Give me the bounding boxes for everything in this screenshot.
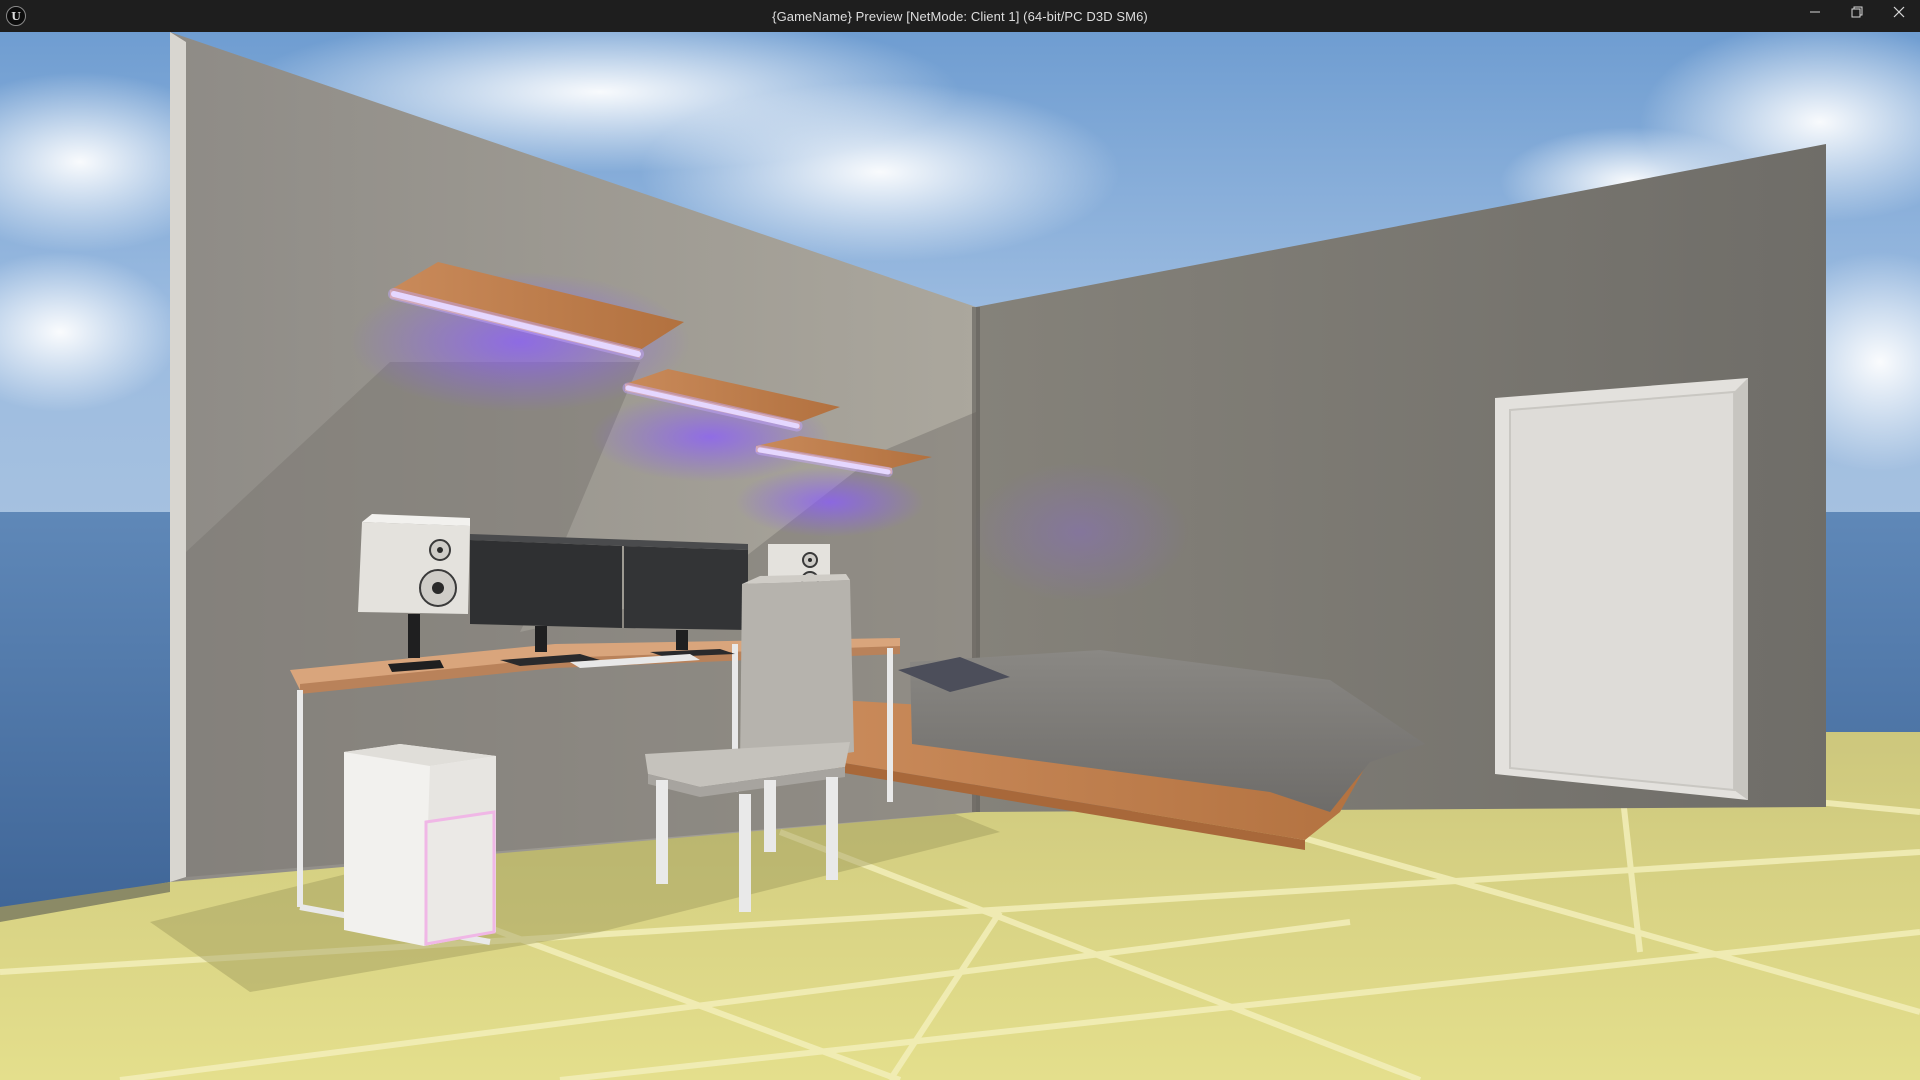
restore-icon (1851, 6, 1863, 18)
game-viewport[interactable] (0, 32, 1920, 1080)
left-wall-edge (170, 32, 186, 882)
restore-button[interactable] (1836, 0, 1878, 24)
window-title: {GameName} Preview [NetMode: Client 1] (… (772, 8, 1148, 24)
minimize-button[interactable] (1794, 0, 1836, 24)
neon-glow-wall-right (970, 462, 1190, 602)
door (1495, 378, 1748, 800)
game-preview-window: U {GameName} Preview [NetMode: Client 1]… (0, 0, 1920, 1080)
close-button[interactable] (1878, 0, 1920, 24)
neon-glow-3 (735, 467, 925, 537)
chair-back (740, 580, 854, 768)
close-icon (1893, 6, 1905, 18)
title-bar[interactable]: U {GameName} Preview [NetMode: Client 1]… (0, 0, 1920, 32)
unreal-engine-logo-icon: U (6, 6, 26, 26)
minimize-icon (1810, 11, 1820, 13)
pc-tower (344, 744, 496, 946)
scene-canvas (0, 32, 1920, 1080)
